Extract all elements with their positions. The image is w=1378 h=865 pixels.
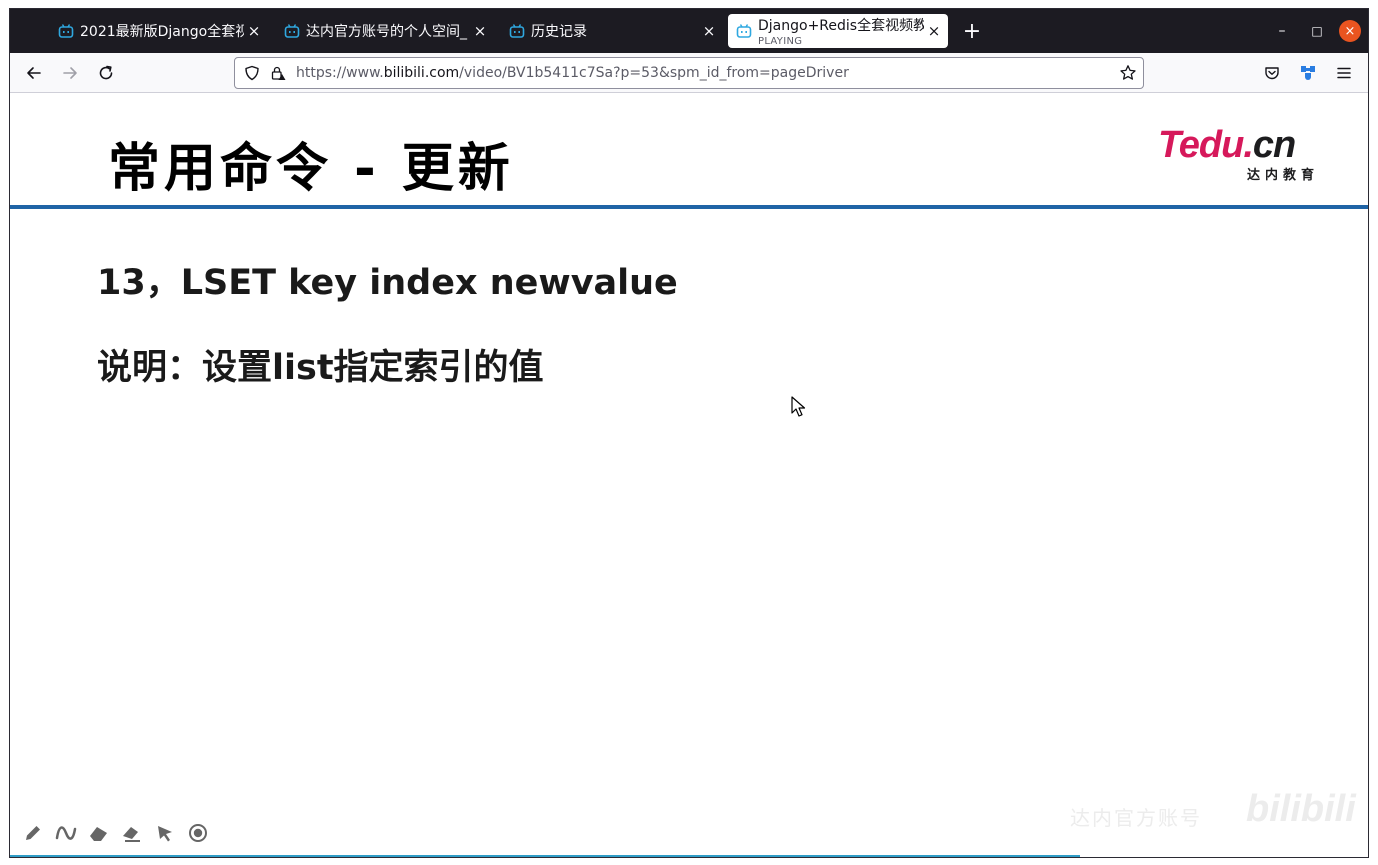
pocket-button[interactable] [1260,61,1284,85]
tab-close-icon[interactable]: × [244,21,264,41]
tab-django-course[interactable]: 2021最新版Django全套视 × [58,14,264,48]
minimize-button[interactable]: – [1271,20,1293,42]
curve-tool[interactable] [55,822,77,844]
url-domain: bilibili.com [383,65,460,81]
command-line: 13，LSET key index newvalue [97,263,678,303]
annotation-toolbar [22,822,209,844]
address-bar[interactable]: https://www.bilibili.com/video/BV1b5411c… [234,57,1144,89]
tab-title: 历史记录 [531,24,587,40]
tab-strip: 2021最新版Django全套视 × 达内官方账号的个人空间_ × 历史记录 × [10,9,1368,53]
tab-close-icon[interactable]: × [470,21,490,41]
tab-close-icon[interactable]: × [924,21,944,41]
pocket-icon [1265,67,1279,80]
command-description: 说明：设置list指定索引的值 [97,348,544,388]
bilibili-favicon-icon [509,24,525,38]
tedu-logo: Tedu.cn 达内教育 [1158,124,1323,184]
tab-close-icon[interactable]: × [699,21,719,41]
tab-title: 2021最新版Django全套视 [80,24,244,40]
title-divider [10,205,1368,209]
new-tab-button[interactable]: + [960,19,984,44]
url-path: /video/BV1b5411c7Sa?p=53&spm_id_from=pag… [459,65,849,81]
pointer-icon [158,826,172,842]
navigation-toolbar: https://www.bilibili.com/video/BV1b5411c… [10,53,1368,93]
tab-title: 达内官方账号的个人空间_ [306,24,467,40]
bilibili-favicon-icon [58,24,74,38]
tab-history[interactable]: 历史记录 × [509,14,719,48]
curve-icon [55,826,77,840]
extension-button[interactable] [1296,61,1320,85]
highlighter-icon [90,827,107,841]
mouse-cursor-icon [791,396,806,417]
hamburger-menu-icon [1337,67,1351,79]
tab-title: Django+Redis全套视频教 [758,18,924,34]
tab-tedu-space[interactable]: 达内官方账号的个人空间_ × [284,14,490,48]
tab-playing-label: PLAYING [758,36,803,47]
arrow-right-icon [63,67,77,79]
watermark-text: 达内官方账号 [1070,806,1202,830]
tab-title-group: Django+Redis全套视频教 PLAYING [758,15,924,47]
logo-wordmark: Tedu.cn [1158,124,1296,167]
maximize-button[interactable]: □ [1306,20,1328,42]
reload-button[interactable] [94,61,118,85]
pen-tool[interactable] [22,822,44,844]
url-prefix: https://www. [296,65,384,81]
tab-django-redis-playing[interactable]: Django+Redis全套视频教 PLAYING × [728,14,948,48]
record-icon [189,824,207,842]
video-progress-bar[interactable] [10,855,1080,857]
lock-warning-icon[interactable] [270,65,286,81]
forward-button[interactable] [58,61,82,85]
arrow-left-icon [27,67,41,79]
window-close-button[interactable]: × [1339,20,1361,42]
watermark-logo: bilibili [1246,788,1356,830]
pointer-tool[interactable] [154,822,176,844]
logo-wordmark-main: Tedu. [1158,124,1254,166]
video-player[interactable]: 常用命令 - 更新 Tedu.cn 达内教育 13，LSET key index… [10,94,1368,857]
extension-icon [1301,66,1315,80]
bilibili-favicon-icon [284,24,300,38]
eraser-icon [123,827,140,842]
eraser-tool[interactable] [121,822,143,844]
browser-window: 2021最新版Django全套视 × 达内官方账号的个人空间_ × 历史记录 × [9,8,1369,858]
reload-icon [99,65,113,80]
url-text[interactable]: https://www.bilibili.com/video/BV1b5411c… [296,65,849,81]
logo-wordmark-cn: cn [1252,124,1296,166]
menu-button[interactable] [1332,61,1356,85]
bilibili-favicon-icon [736,24,752,38]
tracking-protection-shield-icon[interactable] [244,65,260,81]
highlighter-tool[interactable] [88,822,110,844]
back-button[interactable] [22,61,46,85]
pen-icon [26,826,40,840]
bilibili-watermark: 达内官方账号 bilibili [1070,784,1356,834]
star-icon[interactable] [1119,64,1137,82]
logo-subtitle: 达内教育 [1246,168,1319,183]
record-tool[interactable] [187,822,209,844]
slide-title: 常用命令 - 更新 [108,139,514,199]
